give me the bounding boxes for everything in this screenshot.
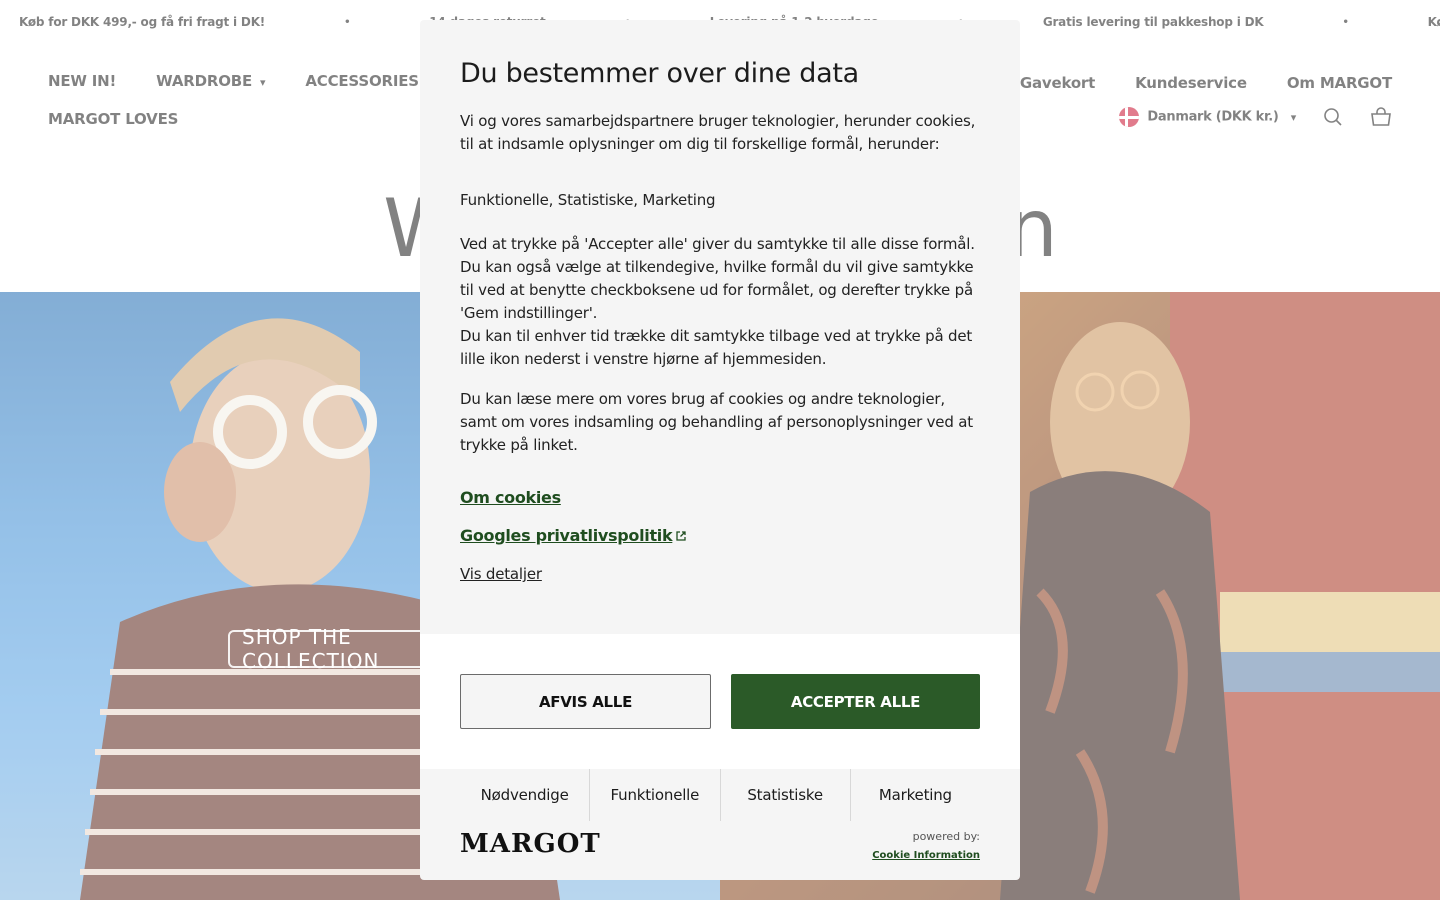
margot-logo: MARGOT bbox=[460, 829, 601, 859]
external-link-icon bbox=[676, 531, 686, 541]
consent-text-line: Du kan til enhver tid trække dit samtykk… bbox=[460, 327, 973, 368]
consent-buttons: AFVIS ALLE ACCEPTER ALLE bbox=[420, 634, 1020, 769]
cookie-information-link[interactable]: Cookie Information bbox=[872, 850, 980, 861]
powered-by-label: powered by: bbox=[912, 830, 980, 843]
consent-text-line: Ved at trykke på 'Accepter alle' giver d… bbox=[460, 235, 975, 322]
tab-marketing[interactable]: Marketing bbox=[851, 769, 980, 821]
intro-text: Vi og vores samarbejdspartnere bruger te… bbox=[460, 112, 976, 153]
cookie-category-tabs: Nødvendige Funktionelle Statistiske Mark… bbox=[460, 769, 980, 821]
powered-by: powered by: Cookie Information bbox=[872, 830, 980, 862]
cookie-consent-dialog: Du bestemmer over dine data Vi og vores … bbox=[420, 20, 1020, 880]
dialog-footer: MARGOT powered by: Cookie Information bbox=[460, 830, 980, 872]
reject-all-button[interactable]: AFVIS ALLE bbox=[460, 674, 711, 729]
purposes-text: Funktionelle, Statistiske, Marketing bbox=[460, 191, 716, 209]
accept-all-button[interactable]: ACCEPTER ALLE bbox=[731, 674, 980, 729]
show-details-link[interactable]: Vis detaljer bbox=[460, 565, 542, 583]
google-privacy-label: Googles privatlivspolitik bbox=[460, 526, 673, 545]
tab-necessary[interactable]: Nødvendige bbox=[460, 769, 591, 821]
consent-text: Ved at trykke på 'Accepter alle' giver d… bbox=[460, 233, 980, 371]
read-more-text: Du kan læse mere om vores brug af cookie… bbox=[460, 390, 973, 454]
about-cookies-link[interactable]: Om cookies bbox=[460, 488, 980, 507]
tab-statistics[interactable]: Statistiske bbox=[721, 769, 851, 821]
tab-functional[interactable]: Funktionelle bbox=[590, 769, 721, 821]
google-privacy-link[interactable]: Googles privatlivspolitik bbox=[460, 526, 980, 545]
dialog-title: Du bestemmer over dine data bbox=[460, 58, 859, 89]
